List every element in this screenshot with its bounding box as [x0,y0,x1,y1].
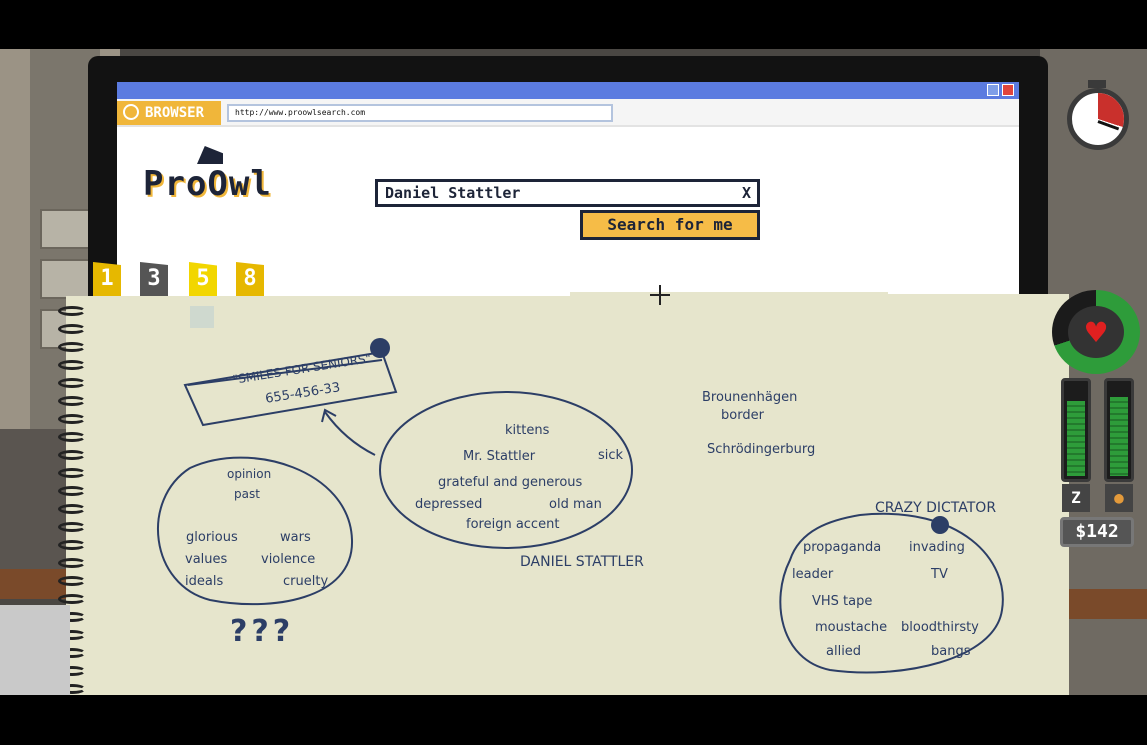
browser-tag: BROWSER [117,101,221,125]
browser-toolbar: BROWSER http://www.proowlsearch.com [117,99,1019,127]
clue-word[interactable]: values [185,552,227,567]
clue-word[interactable]: bloodthirsty [901,620,979,635]
clue-word[interactable]: cruelty [283,574,328,589]
cluster-caption: DANIEL STATTLER [520,554,644,570]
clue-word[interactable]: invading [909,540,965,555]
sleep-meter-fill [1067,400,1085,476]
clue-word[interactable]: grateful and generous [438,475,582,490]
spiral-ring [58,540,86,550]
minimize-button[interactable] [987,84,999,96]
tab-label: 8 [243,266,257,291]
spiral-ring [58,306,86,316]
search-button[interactable]: Search for me [580,210,760,240]
spiral-ring [58,522,86,532]
clue-word[interactable]: ideals [185,574,223,589]
sleep-meter [1061,378,1091,482]
browser-tag-label: BROWSER [145,105,205,121]
spiral-ring [58,396,86,406]
clue-word[interactable]: Schrödingerburg [707,442,815,457]
building-window [40,259,90,299]
clue-word[interactable]: sick [598,448,623,463]
close-button[interactable] [1002,84,1014,96]
spiral-ring [58,468,86,478]
spiral-ring [58,432,86,442]
sleep-icon: Z [1062,484,1090,512]
spiral-ring [58,324,86,334]
active-tab-marker [190,306,214,328]
spiral-ring [58,378,86,388]
clue-word[interactable]: Brounenhägen [702,390,797,405]
food-meter-fill [1110,396,1128,476]
search-input[interactable]: Daniel Stattler X [375,179,760,207]
tab-label: 3 [147,266,161,291]
desk-edge [1065,589,1147,619]
notebook-tab-8[interactable]: 8 [236,262,264,300]
clue-word[interactable]: glorious [186,530,238,545]
clue-word[interactable]: TV [931,567,948,582]
clue-word[interactable]: foreign accent [466,517,559,532]
stopwatch-knob [1088,80,1106,88]
clue-word[interactable]: VHS tape [812,594,872,609]
spiral-ring [58,360,86,370]
spiral-ring [58,504,86,514]
tab-label: 1 [100,266,114,291]
spiral-ring [58,486,86,496]
clear-search-button[interactable]: X [742,182,751,204]
health-ring-inner: ♥ [1068,306,1124,358]
spiral-ring [58,576,86,586]
clue-word[interactable]: allied [826,644,861,659]
search-query: Daniel Stattler [385,184,521,202]
notebook-tab-3[interactable]: 3 [140,262,168,300]
clue-word[interactable]: moustache [815,620,887,635]
clue-word[interactable]: border [721,408,764,423]
clue-word[interactable]: violence [261,552,315,567]
tab-label: 5 [196,266,210,291]
building-window [40,209,90,249]
pencil-sketch [0,605,70,695]
clue-word[interactable]: old man [549,497,602,512]
money-display: $142 [1060,517,1134,547]
clue-word[interactable]: depressed [415,497,482,512]
url-bar[interactable]: http://www.proowlsearch.com [227,104,613,122]
stopwatch-icon [1067,88,1129,150]
food-meter [1104,378,1134,482]
clue-word[interactable]: Mr. Stattler [463,449,535,464]
spiral-ring [58,342,86,352]
window-titlebar [117,82,1019,99]
notebook-tab-1[interactable]: 1 [93,262,121,300]
clue-word[interactable]: kittens [505,423,549,438]
owl-icon [123,104,139,120]
spiral-ring [58,594,86,604]
unknown-marker: ??? [230,614,295,649]
clue-word[interactable]: propaganda [803,540,881,555]
logo-hat [197,146,223,164]
spiral-ring [58,414,86,424]
cluster-caption: CRAZY DICTATOR [875,500,997,516]
health-ring: ♥ [1052,290,1140,374]
clue-word[interactable]: opinion [227,467,271,481]
spiral-ring [58,450,86,460]
proowl-logo: ProOwl [143,164,272,204]
clue-word[interactable]: bangs [931,644,970,659]
drumstick-icon: ● [1105,484,1133,512]
spiral-ring [58,558,86,568]
clue-word[interactable]: leader [792,567,833,582]
crosshair-cursor [650,285,670,305]
heart-icon: ♥ [1083,316,1109,349]
clue-word[interactable]: past [234,487,260,501]
clue-word[interactable]: wars [280,530,311,545]
